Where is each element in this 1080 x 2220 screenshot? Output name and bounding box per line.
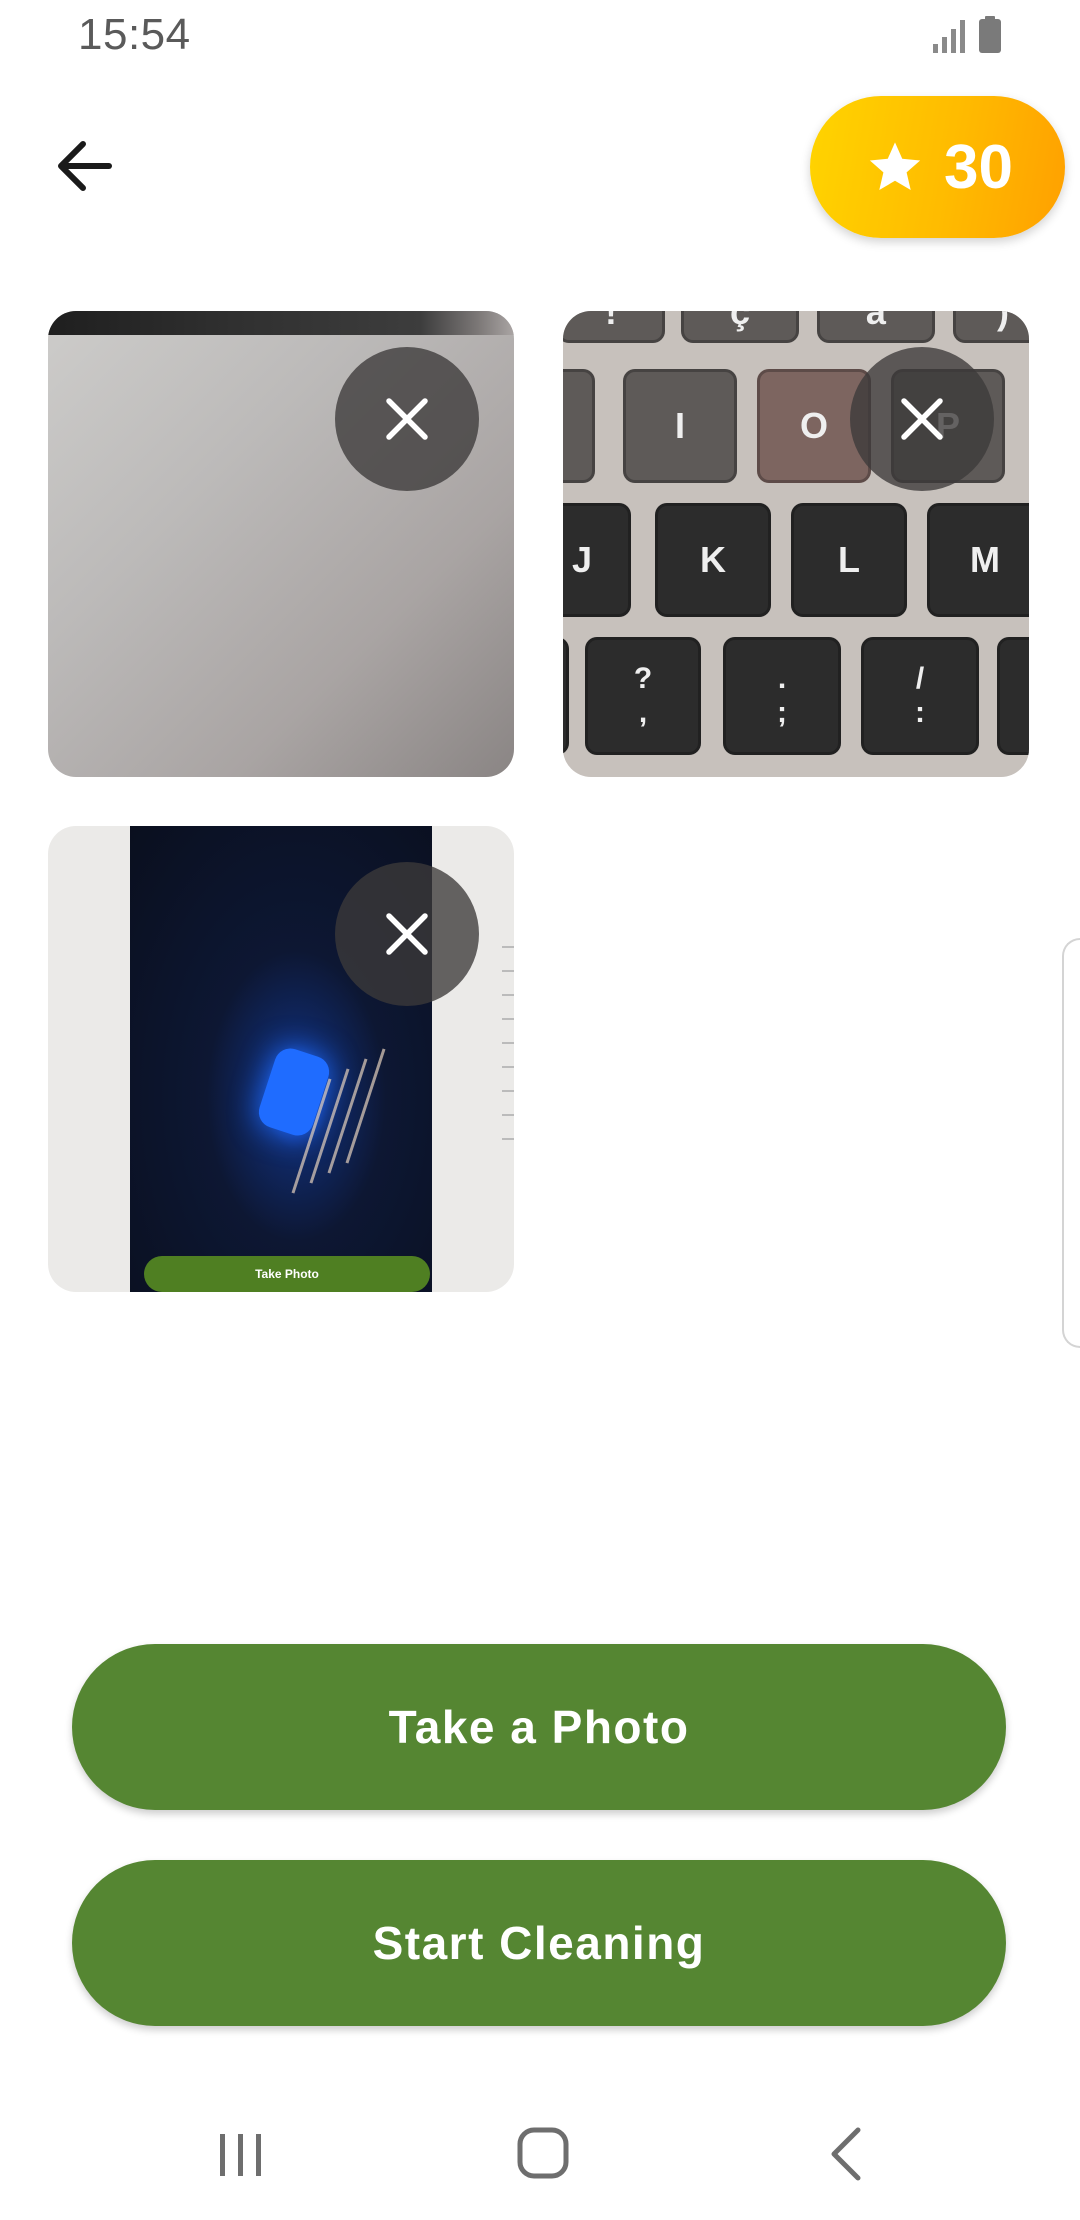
key-label: ç [729, 311, 751, 332]
photo-thumbnail[interactable]: ! ç à ) I O P J K L M ? , . ; [563, 311, 1029, 777]
remove-photo-button[interactable] [335, 862, 479, 1006]
key-label: ) [997, 311, 1009, 332]
arrow-left-icon [58, 141, 112, 191]
key-label: : [915, 696, 925, 729]
close-icon [386, 398, 428, 440]
status-time: 15:54 [78, 10, 191, 59]
recents-icon[interactable] [216, 2130, 266, 2180]
key-label: ? [633, 662, 653, 695]
signal-icon [933, 20, 965, 53]
photo-thumbnail[interactable]: Take Photo [48, 826, 514, 1292]
key-label: L [838, 539, 860, 580]
points-value: 30 [944, 132, 1013, 202]
remove-photo-button[interactable] [335, 347, 479, 491]
key-label: / [915, 662, 925, 695]
remove-photo-button[interactable] [850, 347, 994, 491]
key-label: à [865, 311, 887, 332]
key: J [563, 503, 631, 617]
key: ? , [585, 637, 701, 755]
key [563, 637, 569, 755]
key: L [791, 503, 907, 617]
key-label: ; [777, 696, 787, 729]
status-bar: 15:54 [0, 0, 1080, 72]
back-icon[interactable] [826, 2126, 866, 2182]
key-label: ! [605, 311, 617, 332]
embedded-take-photo-button: Take Photo [144, 1256, 430, 1292]
key: à [817, 311, 935, 343]
side-text [502, 946, 514, 1146]
key: . ; [723, 637, 841, 755]
key-label: I [674, 405, 685, 446]
key-label: , [638, 696, 648, 729]
key: ç [681, 311, 799, 343]
home-icon[interactable] [516, 2126, 570, 2180]
points-badge[interactable]: 30 [810, 96, 1065, 238]
star-icon [869, 142, 921, 190]
take-photo-button[interactable]: Take a Photo [72, 1644, 1006, 1810]
key: K [655, 503, 771, 617]
close-icon [386, 913, 428, 955]
edge-panel-handle[interactable] [1062, 938, 1080, 1348]
key-label: O [799, 405, 828, 446]
key [997, 637, 1029, 755]
screen: 15:54 30 ! ç à) I O J K L M ? , . ; /:… [0, 0, 1080, 2220]
key-label: J [571, 539, 593, 580]
key: M [927, 503, 1029, 617]
battery-icon [979, 16, 1001, 53]
key: / : [861, 637, 979, 755]
key-label: K [700, 539, 726, 580]
key [563, 369, 595, 483]
close-icon [901, 398, 943, 440]
navigation-bar [0, 2100, 1080, 2220]
device-edge [48, 311, 514, 335]
key-label: . [777, 662, 787, 695]
key: ) [953, 311, 1029, 343]
key: ! [563, 311, 665, 343]
key-label: M [970, 539, 1000, 580]
photo-thumbnail[interactable] [48, 311, 514, 777]
start-cleaning-button[interactable]: Start Cleaning [72, 1860, 1006, 2026]
key: I [623, 369, 737, 483]
back-button[interactable] [40, 126, 130, 206]
